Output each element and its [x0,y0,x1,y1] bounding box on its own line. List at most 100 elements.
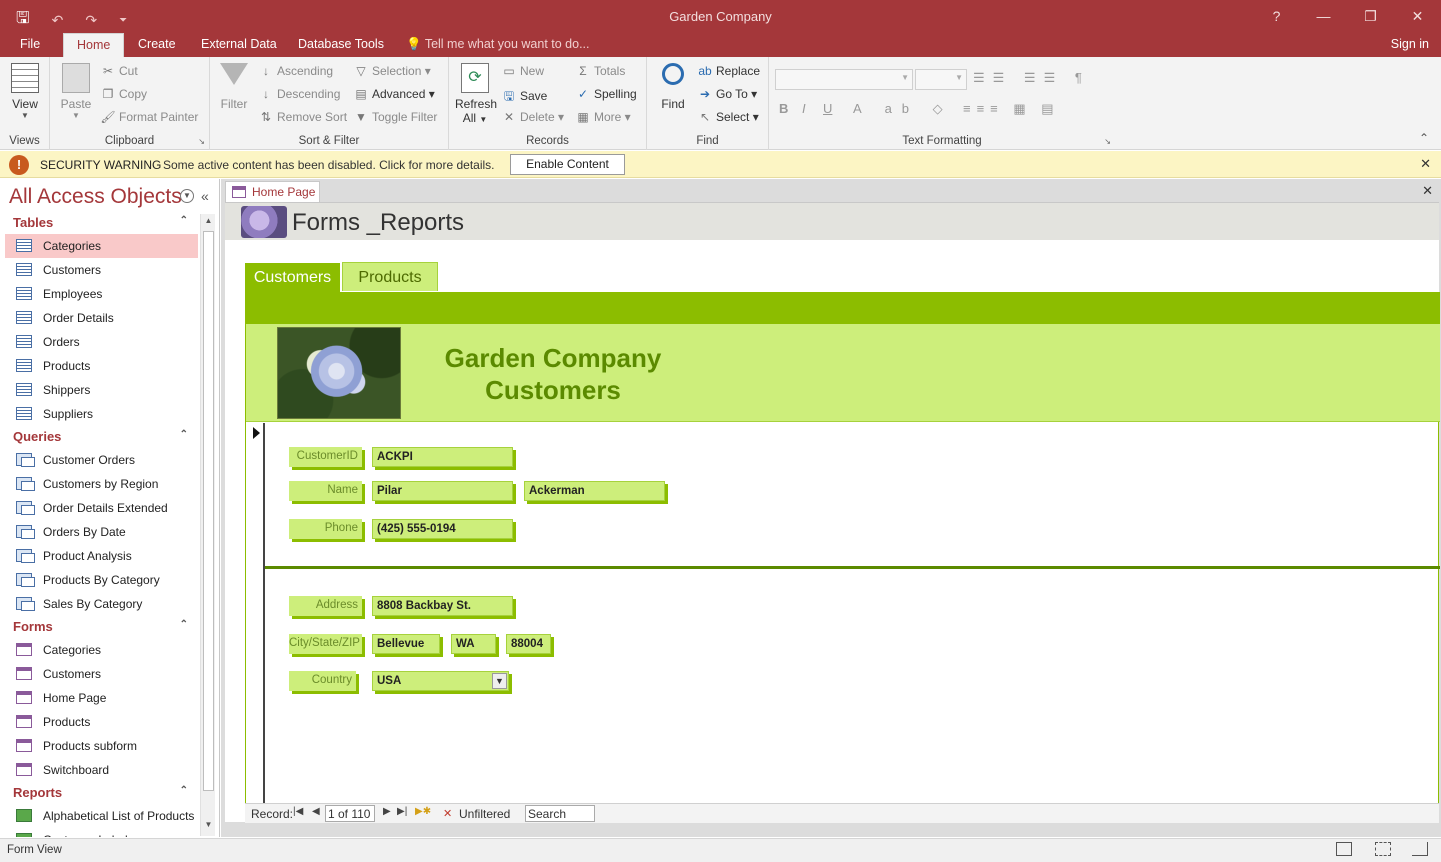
design-view-icon[interactable] [1412,842,1428,856]
last-record-icon[interactable]: ▶| [397,806,407,817]
new-record-button[interactable]: ▭ New [501,64,544,78]
nav-pane-title[interactable]: All Access Objects [9,185,182,209]
nav-item[interactable]: Orders By Date [5,520,198,544]
layout-view-icon[interactable] [1375,842,1391,856]
list-indent-buttons[interactable]: ☰☰ ☰☰ ¶ [973,70,1090,86]
refresh-all-button[interactable]: ⟳ Refresh All ▼ [455,63,497,125]
nav-section-tables[interactable]: Tables ⌃ [5,212,198,234]
collapse-section-icon[interactable]: ⌃ [180,429,188,440]
view-button[interactable]: View ▼ [8,63,42,120]
paste-button[interactable]: Paste ▼ [60,63,92,120]
font-name-select[interactable]: ▼ [775,69,913,90]
nav-item[interactable]: Alphabetical List of Products [5,804,198,828]
tab-file[interactable]: File [20,37,40,51]
color-buttons[interactable]: A ab ◇ [853,101,953,117]
sign-in-link[interactable]: Sign in [1391,37,1429,51]
nav-item[interactable]: Products subform [5,734,198,758]
zip-field[interactable]: 88004 [506,634,551,654]
nav-item[interactable]: Customer Orders [5,448,198,472]
find-button[interactable]: Find [655,63,691,111]
first-name-field[interactable]: Pilar [372,481,513,501]
format-painter-button[interactable]: 🖌 Format Painter [100,110,198,124]
nav-section-forms[interactable]: Forms ⌃ [5,616,198,638]
nav-item[interactable]: Customer Labels [5,828,198,837]
nav-item[interactable]: Shippers [5,378,198,402]
collapse-section-icon[interactable]: ⌃ [180,785,188,796]
minimize-button[interactable]: — [1300,0,1347,33]
text-formatting-launcher-icon[interactable]: ↘ [1104,137,1111,146]
nav-item[interactable]: Products [5,354,198,378]
replace-button[interactable]: ab Replace [697,64,760,78]
close-icon[interactable]: ✕ [1420,156,1431,172]
enable-content-button[interactable]: Enable Content [510,154,625,175]
ascending-button[interactable]: ↓ Ascending [258,64,333,78]
tab-database-tools[interactable]: Database Tools [298,37,384,51]
collapse-section-icon[interactable]: ⌃ [180,215,188,226]
home-page-tab[interactable]: Home Page [225,181,320,202]
record-search-input[interactable]: Search [525,805,595,822]
collapse-pane-icon[interactable]: « [201,188,209,204]
city-field[interactable]: Bellevue [372,634,440,654]
nav-section-reports[interactable]: Reports ⌃ [5,782,198,804]
form-view-icon[interactable] [1336,842,1352,856]
nav-item[interactable]: Customers by Region [5,472,198,496]
first-record-icon[interactable]: |◀ [293,806,303,817]
nav-item[interactable]: Switchboard [5,758,198,782]
record-position-input[interactable]: 1 of 110 [325,805,375,822]
selection-button[interactable]: ▽ Selection ▾ [353,64,430,78]
spelling-button[interactable]: ✓ Spelling [575,87,637,101]
advanced-button[interactable]: ▤ Advanced ▾ [353,87,434,101]
font-size-select[interactable]: ▼ [915,69,967,90]
chevron-down-icon[interactable]: ▼ [492,673,507,689]
goto-button[interactable]: ➔ Go To ▾ [697,87,757,101]
country-combo[interactable]: USA ▼ [372,671,509,691]
cut-button[interactable]: ✂ Cut [100,64,138,78]
close-document-icon[interactable]: ✕ [1422,183,1433,199]
tab-external-data[interactable]: External Data [201,37,277,51]
nav-scrollbar[interactable]: ▲ ▼ [200,214,215,836]
nav-item[interactable]: Suppliers [5,402,198,426]
tell-me-box[interactable]: 💡 Tell me what you want to do... [406,37,590,52]
help-button[interactable]: ? [1253,0,1300,33]
filter-status[interactable]: Unfiltered [459,807,510,821]
nav-item[interactable]: Categories [5,638,198,662]
underline-button[interactable]: U [823,101,832,116]
nav-menu-icon[interactable]: ▼ [180,189,194,203]
close-button[interactable]: ✕ [1394,0,1441,33]
record-selector[interactable] [246,423,265,803]
copy-button[interactable]: ❐ Copy [100,87,147,101]
totals-button[interactable]: Σ Totals [575,64,625,78]
tab-home[interactable]: Home [63,33,125,57]
address-field[interactable]: 8808 Backbay St. [372,596,513,616]
align-buttons[interactable]: ≡≡≡ ▦ ▤ [963,101,1060,117]
phone-field[interactable]: (425) 555-0194 [372,519,513,539]
clipboard-launcher-icon[interactable]: ↘ [198,137,205,146]
customer-id-field[interactable]: ACKPI [372,447,513,467]
select-button[interactable]: ↖ Select ▾ [697,110,759,124]
nav-section-queries[interactable]: Queries ⌃ [5,426,198,448]
filter-button[interactable]: Filter [218,63,250,111]
italic-button[interactable]: I [802,101,806,116]
nav-item[interactable]: Categories [5,234,198,258]
next-record-icon[interactable]: ▶ [383,806,391,817]
save-record-button[interactable]: 🖫 Save [501,87,547,108]
restore-button[interactable]: ❐ [1347,0,1394,33]
nav-item[interactable]: Customers [5,258,198,282]
scroll-up-icon[interactable]: ▲ [201,216,216,230]
nav-item[interactable]: Orders [5,330,198,354]
bold-button[interactable]: B [779,101,788,116]
nav-item[interactable]: Home Page [5,686,198,710]
state-field[interactable]: WA [451,634,496,654]
descending-button[interactable]: ↓ Descending [258,87,340,101]
remove-sort-button[interactable]: ⇅ Remove Sort [258,110,347,124]
more-button[interactable]: ▦ More ▾ [575,110,630,124]
toggle-filter-button[interactable]: ▼ Toggle Filter [353,110,437,124]
collapse-section-icon[interactable]: ⌃ [180,619,188,630]
nav-item[interactable]: Products By Category [5,568,198,592]
nav-item[interactable]: Customers [5,662,198,686]
tab-create[interactable]: Create [138,37,176,51]
nav-item[interactable]: Order Details Extended [5,496,198,520]
nav-item[interactable]: Order Details [5,306,198,330]
nav-item[interactable]: Products [5,710,198,734]
scroll-thumb[interactable] [203,231,214,791]
